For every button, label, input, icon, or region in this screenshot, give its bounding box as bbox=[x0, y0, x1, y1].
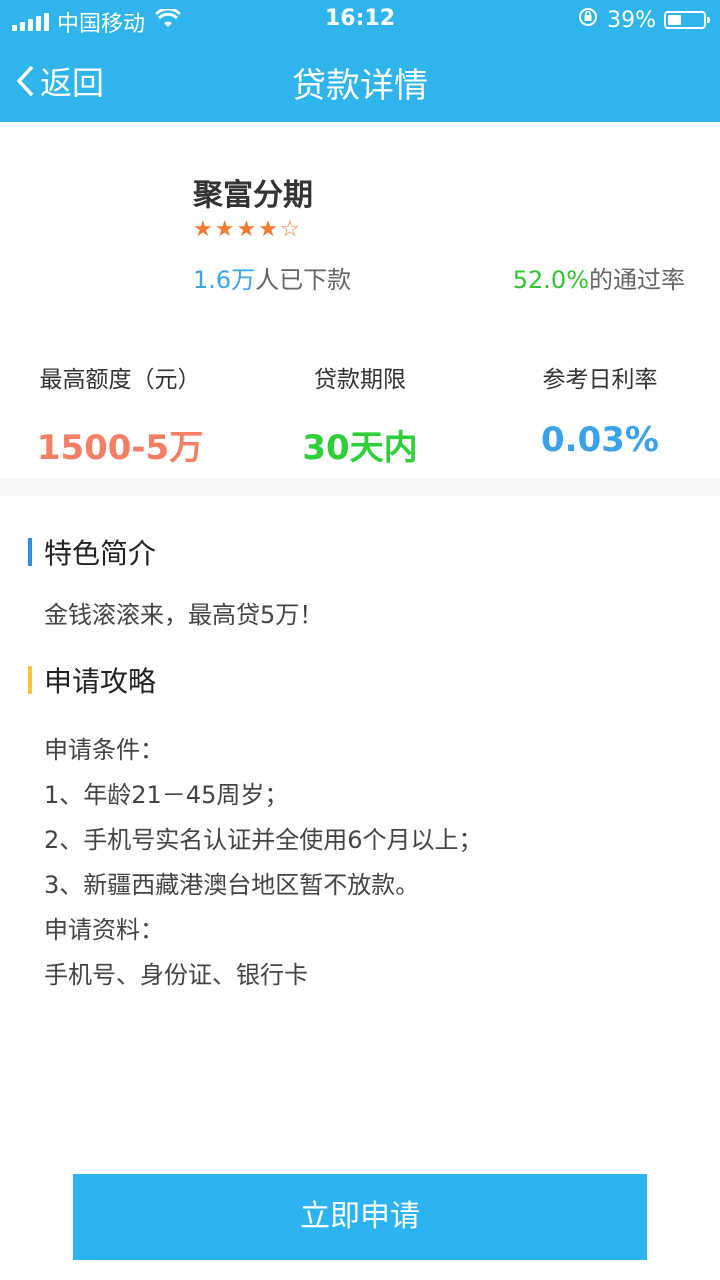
guide-line: 手机号、身份证、银行卡 bbox=[44, 961, 308, 989]
metric-value: 0.03% bbox=[541, 420, 659, 460]
guide-line: 1、年龄21－45周岁； bbox=[44, 781, 289, 809]
page-title: 贷款详情 bbox=[292, 66, 428, 106]
guide-line: 申请条件： bbox=[44, 736, 164, 764]
downloads-stat: 1.6万人已下款 bbox=[193, 260, 351, 295]
metric-label: 参考日利率 bbox=[542, 367, 658, 393]
downloads-count: 1.6万 bbox=[193, 266, 256, 294]
metric-daily-rate: 参考日利率 0.03% bbox=[480, 360, 720, 460]
downloads-suffix: 人已下款 bbox=[255, 266, 352, 294]
pass-rate-stat: 52.0%的通过率 bbox=[513, 260, 685, 295]
status-right: 39% bbox=[577, 6, 710, 34]
star-empty-icon: ☆ bbox=[279, 217, 300, 242]
star-filled-icon: ★ bbox=[236, 217, 257, 242]
accent-bar bbox=[28, 538, 32, 566]
product-summary: 聚富分期 ★ ★ ★ ★ ☆ 1.6万人已下款 52.0%的通过率 最高额度（元） 15… bbox=[0, 122, 720, 478]
star-filled-icon: ★ bbox=[258, 217, 278, 242]
features-heading: 特色简介 bbox=[28, 532, 156, 572]
status-bar: 中国移动 16:12 39% bbox=[0, 0, 720, 40]
star-filled-icon: ★ bbox=[193, 217, 213, 242]
rotation-lock-icon bbox=[577, 6, 599, 34]
metric-value: 30天内 bbox=[302, 428, 418, 468]
guide-line: 3、新疆西藏港澳台地区暂不放款。 bbox=[44, 871, 420, 899]
guide-title: 申请攻略 bbox=[44, 665, 157, 698]
star-filled-icon: ★ bbox=[214, 217, 235, 242]
pass-rate-suffix: 的通过率 bbox=[589, 266, 685, 294]
battery-icon bbox=[664, 11, 710, 29]
features-title: 特色简介 bbox=[44, 537, 157, 570]
metric-label: 贷款期限 bbox=[314, 367, 406, 393]
product-name: 聚富分期 bbox=[193, 178, 313, 213]
accent-bar bbox=[28, 666, 32, 694]
metric-value: 1500-5万 bbox=[36, 428, 204, 468]
features-text: 金钱滚滚来，最高贷5万！ bbox=[44, 601, 324, 629]
nav-bar: 返回 贷款详情 bbox=[0, 40, 720, 122]
star-rating: ★ ★ ★ ★ ☆ bbox=[193, 218, 300, 242]
metric-label: 最高额度（元） bbox=[39, 367, 201, 393]
metric-loan-term: 贷款期限 30天内 bbox=[240, 360, 480, 469]
section-divider bbox=[0, 478, 720, 496]
guide-heading: 申请攻略 bbox=[28, 660, 156, 700]
metric-max-amount: 最高额度（元） 1500-5万 bbox=[0, 360, 240, 469]
apply-button[interactable]: 立即申请 bbox=[73, 1174, 647, 1260]
guide-content: 申请条件： 1、年龄21－45周岁； 2、手机号实名认证并全使用6个月以上； 3… bbox=[44, 733, 483, 1003]
pass-rate-value: 52.0% bbox=[512, 266, 589, 294]
guide-line: 2、手机号实名认证并全使用6个月以上； bbox=[44, 826, 483, 854]
guide-line: 申请资料： bbox=[44, 916, 164, 944]
battery-percent: 39% bbox=[607, 7, 656, 33]
